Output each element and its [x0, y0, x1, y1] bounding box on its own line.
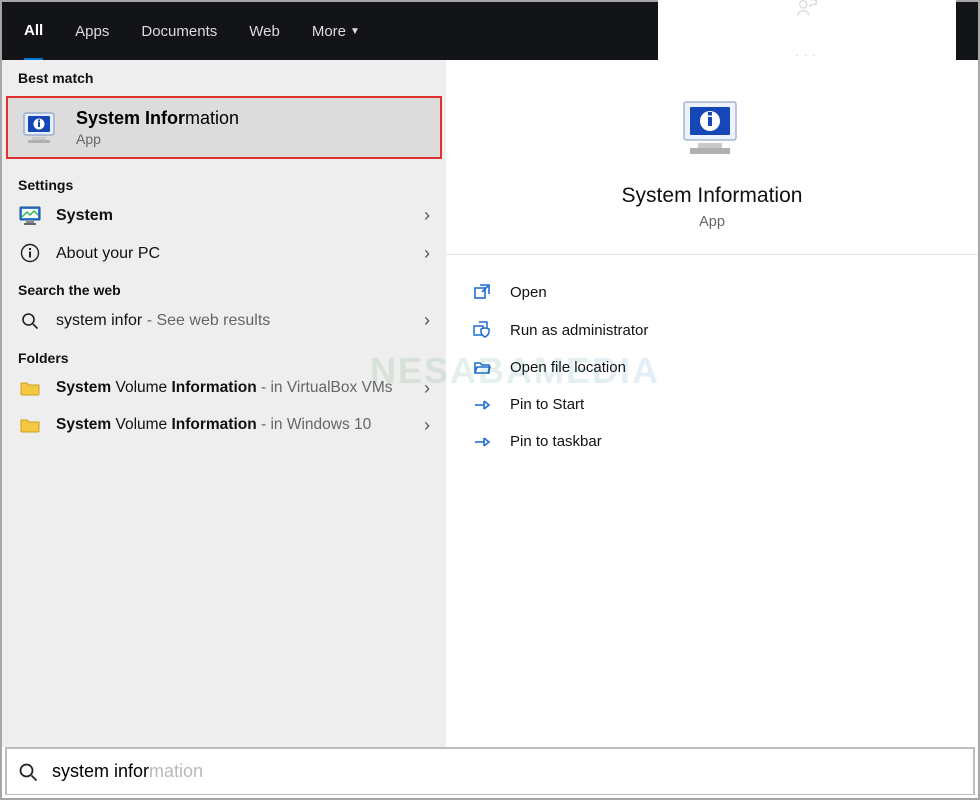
- shield-icon: [472, 321, 492, 339]
- settings-item-label: About your PC: [56, 243, 410, 265]
- tab-more[interactable]: More ▼: [312, 2, 360, 60]
- search-icon: [18, 762, 38, 782]
- action-label: Pin to Start: [510, 396, 584, 413]
- monitor-icon: [18, 206, 42, 226]
- detail-subtitle: App: [699, 214, 725, 230]
- folder-result-item[interactable]: System Volume Information - in VirtualBo…: [2, 370, 446, 407]
- search-typed-text: system infor: [52, 761, 149, 782]
- results-body: Best match System Information: [2, 60, 978, 747]
- action-pin-start[interactable]: Pin to Start: [458, 386, 966, 423]
- chevron-right-icon: ›: [424, 243, 430, 264]
- pin-icon: [472, 434, 492, 450]
- feedback-icon[interactable]: [796, 0, 818, 19]
- folder-result-label: System Volume Information - in Windows 1…: [56, 415, 410, 436]
- search-box[interactable]: system information: [5, 747, 975, 795]
- chevron-down-icon: ▼: [350, 26, 360, 37]
- folder-result-item[interactable]: System Volume Information - in Windows 1…: [2, 407, 446, 444]
- open-icon: [472, 283, 492, 301]
- action-pin-taskbar[interactable]: Pin to taskbar: [458, 423, 966, 460]
- section-best-match: Best match: [2, 60, 446, 90]
- chevron-right-icon: ›: [424, 415, 430, 436]
- action-label: Open: [510, 284, 547, 301]
- start-search-window: All Apps Documents Web More ▼ ··· Best m…: [0, 0, 980, 800]
- action-label: Pin to taskbar: [510, 433, 602, 450]
- tab-apps[interactable]: Apps: [75, 2, 109, 60]
- action-run-admin[interactable]: Run as administrator: [458, 311, 966, 349]
- chevron-right-icon: ›: [424, 378, 430, 399]
- tab-more-label: More: [312, 23, 346, 40]
- best-match-title: System Information: [76, 108, 239, 129]
- search-ghost-text: mation: [149, 761, 203, 782]
- chevron-right-icon: ›: [424, 205, 430, 226]
- detail-app-icon: [676, 98, 748, 160]
- folder-icon: [18, 417, 42, 433]
- section-folders: Folders: [2, 340, 446, 370]
- search-input[interactable]: system information: [52, 761, 203, 782]
- settings-item-label: System: [56, 205, 410, 227]
- detail-title: System Information: [622, 184, 803, 208]
- pin-icon: [472, 397, 492, 413]
- folder-open-icon: [472, 360, 492, 376]
- settings-item-about[interactable]: About your PC ›: [2, 235, 446, 273]
- tab-documents[interactable]: Documents: [141, 2, 217, 60]
- system-information-icon: [20, 111, 60, 145]
- web-result-label: system infor - See web results: [56, 310, 410, 332]
- folder-result-label: System Volume Information - in VirtualBo…: [56, 378, 410, 399]
- action-label: Open file location: [510, 359, 626, 376]
- section-web: Search the web: [2, 272, 446, 302]
- search-scope-tabs: All Apps Documents Web More ▼ ···: [2, 2, 978, 60]
- settings-item-system[interactable]: System ›: [2, 197, 446, 235]
- folder-icon: [18, 380, 42, 396]
- action-open[interactable]: Open: [458, 273, 966, 311]
- detail-actions: Open Run as administrator Open file loca…: [446, 255, 978, 478]
- results-list: Best match System Information: [2, 60, 446, 747]
- web-result-item[interactable]: system infor - See web results ›: [2, 302, 446, 340]
- section-settings: Settings: [2, 167, 446, 197]
- info-icon: [18, 243, 42, 263]
- action-open-location[interactable]: Open file location: [458, 349, 966, 386]
- search-icon: [18, 312, 42, 330]
- action-label: Run as administrator: [510, 322, 648, 339]
- detail-header: System Information App: [446, 60, 978, 255]
- best-match-subtitle: App: [76, 131, 239, 147]
- chevron-right-icon: ›: [424, 310, 430, 331]
- detail-panel: System Information App Open Run as admin…: [446, 60, 978, 747]
- tab-all[interactable]: All: [24, 3, 43, 61]
- best-match-item[interactable]: System Information App: [6, 96, 442, 159]
- tab-web[interactable]: Web: [249, 2, 280, 60]
